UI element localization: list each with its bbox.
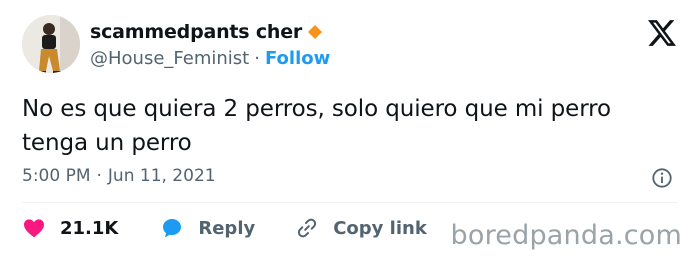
heart-icon <box>24 219 44 238</box>
separator-dot: · <box>254 48 260 69</box>
tweet-date[interactable]: Jun 11, 2021 <box>108 166 216 186</box>
follow-button[interactable]: Follow <box>265 48 330 69</box>
copy-link-label: Copy link <box>333 217 427 239</box>
separator-dot: · <box>96 166 102 186</box>
avatar[interactable] <box>22 15 80 73</box>
reply-label: Reply <box>198 217 256 239</box>
avatar-photo <box>22 15 80 73</box>
tweet-time[interactable]: 5:00 PM <box>22 166 91 186</box>
watermark: boredpanda.com <box>450 220 682 251</box>
like-count: 21.1K <box>60 217 119 239</box>
display-name[interactable]: scammedpants cher <box>90 21 302 43</box>
x-logo-icon[interactable] <box>648 20 676 46</box>
reply-button[interactable]: Reply <box>160 216 255 240</box>
like-button[interactable]: 21.1K <box>22 216 118 240</box>
author-name-row: scammedpants cher <box>90 21 323 43</box>
divider <box>22 202 678 203</box>
copy-link-button[interactable]: Copy link <box>295 216 427 240</box>
link-icon <box>298 218 317 238</box>
tweet-timestamp[interactable]: 5:00 PM · Jun 11, 2021 <box>22 166 216 186</box>
action-bar: 21.1K Reply Copy link <box>22 216 427 240</box>
author-handle-row: @House_Feminist · Follow <box>90 48 330 69</box>
tweet-card: scammedpants cher @House_Feminist · Foll… <box>0 0 700 256</box>
info-icon[interactable] <box>651 167 673 189</box>
tweet-text: No es que quiera 2 perros, solo quiero q… <box>22 96 611 156</box>
author-handle[interactable]: @House_Feminist <box>90 48 249 69</box>
verified-badge-icon <box>308 25 323 39</box>
speech-bubble-icon <box>163 219 182 238</box>
